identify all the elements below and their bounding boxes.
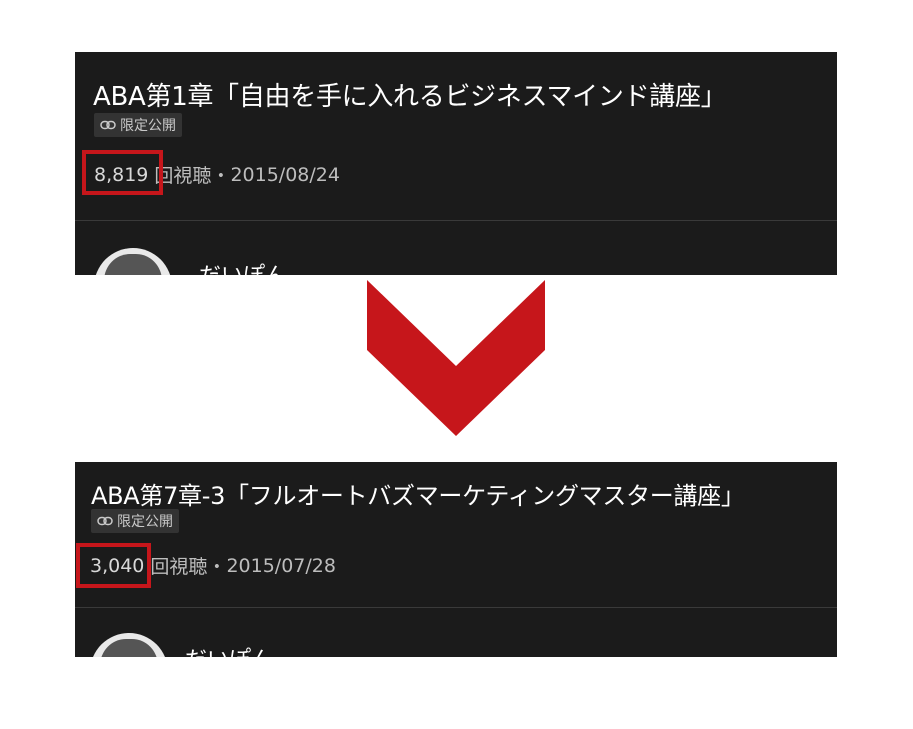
privacy-label: 限定公開 <box>117 514 173 530</box>
divider <box>75 220 837 221</box>
view-count-highlight-1 <box>82 150 163 195</box>
video-info-panel-1: ABA第1章「自由を手に入れるビジネスマインド講座」 限定公開 8,819 回視… <box>75 52 837 275</box>
channel-name[interactable]: だいぽん <box>199 258 287 275</box>
upload-date: 2015/08/24 <box>230 163 340 186</box>
meta-separator: ・ <box>207 556 227 578</box>
video-info-panel-2: ABA第7章-3「フルオートバズマーケティングマスター講座」 限定公開 3,04… <box>75 462 837 657</box>
link-icon <box>97 516 113 526</box>
meta-separator: ・ <box>211 165 231 187</box>
avatar[interactable] <box>94 248 172 275</box>
upload-date: 2015/07/28 <box>226 554 336 577</box>
privacy-badge: 限定公開 <box>94 113 182 137</box>
video-title[interactable]: ABA第7章-3「フルオートバズマーケティングマスター講座」 <box>91 476 745 511</box>
divider <box>75 607 837 608</box>
views-suffix: 回視聴 <box>150 556 208 578</box>
channel-name[interactable]: だいぽん <box>185 642 273 657</box>
chevron-down-icon <box>367 280 545 436</box>
avatar[interactable] <box>90 633 168 657</box>
privacy-badge: 限定公開 <box>91 509 179 533</box>
link-icon <box>100 120 116 130</box>
view-count-highlight-2 <box>76 543 151 588</box>
video-title[interactable]: ABA第1章「自由を手に入れるビジネスマインド講座」 <box>93 76 727 113</box>
privacy-label: 限定公開 <box>120 118 176 134</box>
